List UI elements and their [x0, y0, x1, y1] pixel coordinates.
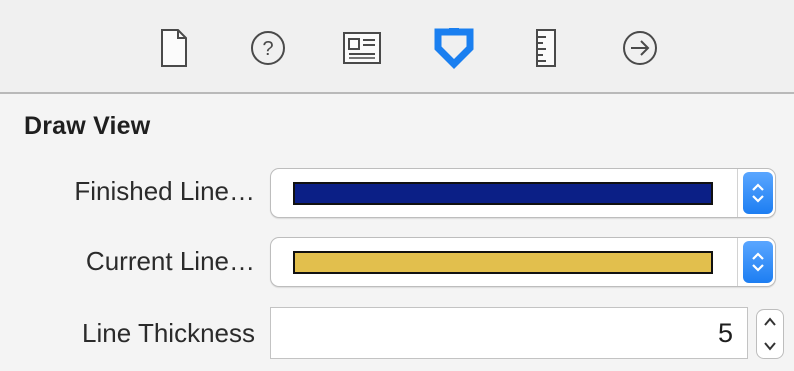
file-inspector-icon[interactable] [152, 26, 196, 70]
section-title: Draw View [24, 112, 151, 140]
help-inspector-icon[interactable]: ? [246, 26, 290, 70]
connections-inspector-icon[interactable] [618, 26, 662, 70]
line-thickness-field[interactable]: 5 [270, 307, 748, 359]
size-inspector-icon[interactable] [524, 26, 568, 70]
line-thickness-label: Line Thickness [82, 318, 255, 348]
finished-line-color-well[interactable] [270, 168, 776, 218]
inspector-toolbar: ? [0, 0, 794, 94]
line-thickness-stepper[interactable] [756, 309, 784, 359]
chevron-up-down-icon [752, 252, 764, 272]
attributes-inspector-icon[interactable] [432, 26, 476, 70]
svg-text:?: ? [262, 38, 273, 60]
finished-line-label: Finished Line… [74, 176, 255, 206]
current-line-color-swatch [293, 251, 713, 274]
color-well-divider [737, 238, 738, 286]
color-well-divider [737, 169, 738, 217]
identity-inspector-icon[interactable] [340, 26, 384, 70]
finished-line-popup-button[interactable] [743, 172, 773, 214]
attributes-inspector-panel: ? Draw View Finished Line… Current Line…… [0, 0, 794, 371]
chevron-up-down-icon [752, 183, 764, 203]
current-line-color-well[interactable] [270, 237, 776, 287]
chevron-down-icon [764, 342, 776, 351]
current-line-popup-button[interactable] [743, 241, 773, 283]
current-line-label: Current Line… [85, 246, 255, 276]
stepper-increment-button[interactable] [757, 310, 783, 334]
chevron-up-icon [764, 317, 776, 326]
finished-line-color-swatch [293, 182, 713, 205]
line-thickness-value: 5 [717, 318, 733, 348]
stepper-decrement-button[interactable] [757, 334, 783, 358]
